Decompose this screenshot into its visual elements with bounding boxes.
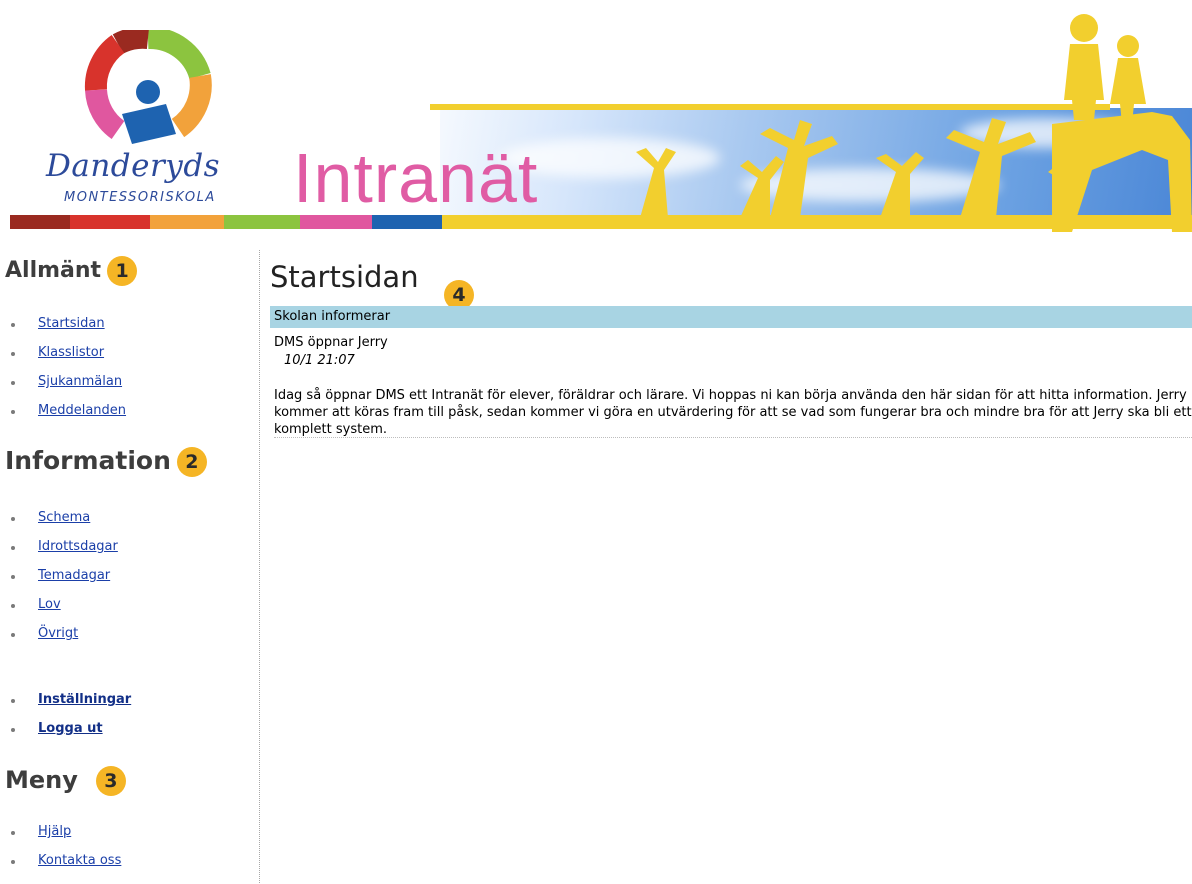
bullet-icon: [11, 728, 15, 732]
bullet-icon: [11, 381, 15, 385]
section-heading-allmant: Allmänt 1: [5, 256, 138, 286]
bullet-icon: [11, 604, 15, 608]
nav-link-idrottsdagar[interactable]: Idrottsdagar: [38, 538, 118, 556]
post-title: DMS öppnar Jerry: [274, 335, 388, 350]
nav-link-meddelanden[interactable]: Meddelanden: [38, 402, 126, 420]
header-gold-base: [440, 215, 1192, 229]
brand-name: Danderyds: [46, 148, 221, 184]
logout-link[interactable]: Logga ut: [38, 720, 103, 738]
post-timestamp: 10/1 21:07: [284, 353, 355, 368]
badge-1: 1: [107, 256, 138, 286]
sidebar-divider: [259, 250, 260, 883]
nav-link-startsidan[interactable]: Startsidan: [38, 315, 105, 333]
bullet-icon: [11, 831, 15, 835]
bullet-icon: [11, 323, 15, 327]
nav-link-temadagar[interactable]: Temadagar: [38, 567, 110, 585]
nav-link-sjukanmalan[interactable]: Sjukanmälan: [38, 373, 122, 391]
bullet-icon: [11, 860, 15, 864]
sidebar: Allmänt 1 Startsidan Klasslistor Sjukanmä…: [0, 250, 258, 883]
settings-link[interactable]: Inställningar: [38, 691, 131, 709]
header-gold-stripe: [430, 104, 1110, 110]
site-title: Intranät: [293, 139, 539, 217]
bullet-icon: [11, 699, 15, 703]
post-divider: [274, 437, 1192, 438]
section-heading-information: Information 2: [5, 446, 207, 477]
section-heading-meny: Meny 3: [5, 766, 126, 796]
header-color-bar: [10, 215, 442, 229]
brand-subtitle: MONTESSORISKOLA: [64, 190, 216, 205]
bullet-icon: [11, 575, 15, 579]
badge-2: 2: [176, 447, 207, 477]
nav-link-lov[interactable]: Lov: [38, 596, 61, 614]
bullet-icon: [11, 517, 15, 521]
page-title: Startsidan: [270, 260, 419, 294]
nav-link-kontakta-oss[interactable]: Kontakta oss: [38, 852, 121, 870]
bullet-icon: [11, 410, 15, 414]
school-logo: [84, 30, 212, 144]
badge-3: 3: [95, 766, 126, 796]
bullet-icon: [11, 633, 15, 637]
nav-link-hjalp[interactable]: Hjälp: [38, 823, 71, 841]
nav-link-ovrigt[interactable]: Övrigt: [38, 625, 78, 643]
site-header: Danderyds MONTESSORISKOLA Intranät: [0, 0, 1192, 232]
bullet-icon: [11, 546, 15, 550]
nav-link-schema[interactable]: Schema: [38, 509, 90, 527]
nav-link-klasslistor[interactable]: Klasslistor: [38, 344, 104, 362]
post-body: Idag så öppnar DMS ett Intranät för elev…: [274, 388, 1192, 437]
section-bar: Skolan informerar: [270, 306, 1192, 328]
children-silhouette: [1052, 14, 1192, 232]
bullet-icon: [11, 352, 15, 356]
